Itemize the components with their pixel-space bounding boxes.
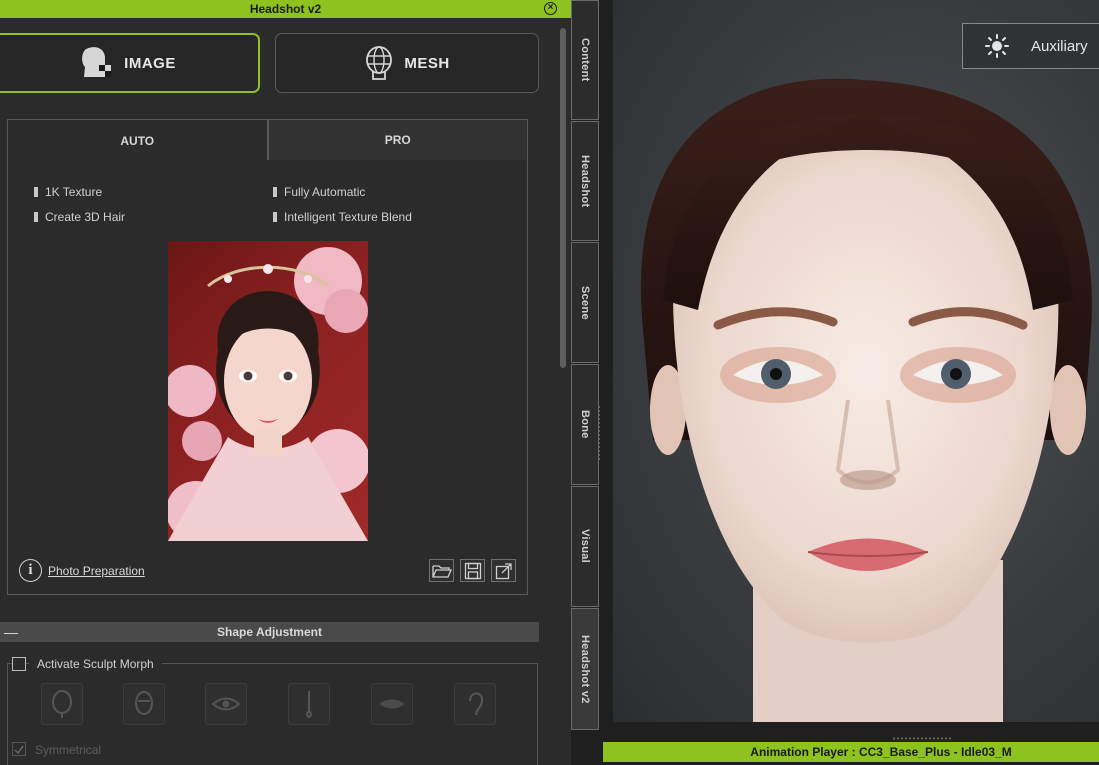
eye-icon bbox=[211, 697, 241, 711]
info-icon[interactable]: i bbox=[19, 559, 42, 582]
panel-scrollbar[interactable] bbox=[556, 18, 570, 765]
image-mode-label: IMAGE bbox=[124, 54, 176, 72]
sun-icon bbox=[985, 34, 1009, 58]
side-tab-headshot-v2[interactable]: Headshot v2 bbox=[571, 608, 599, 730]
activate-sculpt-label: Activate Sculpt Morph bbox=[29, 657, 162, 671]
feature-label: Fully Automatic bbox=[284, 185, 366, 199]
bullet-icon bbox=[34, 212, 38, 222]
headshot-panel: Headshot v2 × IMAGE MESH AUTO PRO 1K Tex… bbox=[0, 0, 571, 765]
bullet-icon bbox=[34, 187, 38, 197]
ear-icon bbox=[469, 692, 484, 716]
source-photo[interactable] bbox=[168, 241, 368, 541]
feature-item: 1K Texture bbox=[34, 185, 102, 199]
symmetrical-label: Symmetrical bbox=[35, 743, 102, 757]
face-checker-icon bbox=[82, 47, 112, 77]
animation-player-label: Animation Player : CC3_Base_Plus - Idle0… bbox=[750, 745, 1012, 759]
panel-titlebar: Headshot v2 × bbox=[0, 0, 571, 18]
sculpt-face-button[interactable] bbox=[123, 683, 165, 725]
mouth-icon bbox=[379, 699, 405, 709]
mesh-mode-label: MESH bbox=[404, 54, 450, 72]
sculpt-eye-button[interactable] bbox=[205, 683, 247, 725]
side-tab-label: Visual bbox=[579, 529, 591, 564]
viewport-grip[interactable] bbox=[892, 737, 952, 740]
sculpt-mouth-button[interactable] bbox=[371, 683, 413, 725]
side-tab-label: Bone bbox=[579, 410, 591, 439]
side-tab-bone[interactable]: Bone bbox=[571, 364, 599, 485]
save-icon bbox=[464, 562, 481, 579]
close-icon[interactable]: × bbox=[544, 2, 557, 15]
photo-preparation-link[interactable]: Photo Preparation bbox=[48, 564, 145, 578]
bullet-icon bbox=[273, 212, 277, 222]
collapse-icon[interactable]: — bbox=[4, 622, 18, 642]
activate-sculpt-checkbox[interactable] bbox=[12, 657, 26, 671]
scrollbar-thumb[interactable] bbox=[560, 28, 566, 368]
character-render bbox=[640, 78, 1092, 722]
side-tab-headshot[interactable]: Headshot bbox=[571, 121, 599, 241]
feature-item: Intelligent Texture Blend bbox=[273, 210, 412, 224]
side-tab-label: Scene bbox=[579, 285, 591, 320]
sculpt-ear-button[interactable] bbox=[454, 683, 496, 725]
feature-item: Create 3D Hair bbox=[34, 210, 125, 224]
feature-label: Intelligent Texture Blend bbox=[284, 210, 412, 224]
export-button[interactable] bbox=[491, 559, 516, 582]
face-icon bbox=[135, 691, 153, 715]
tab-auto[interactable]: AUTO bbox=[7, 119, 268, 161]
head-icon bbox=[52, 690, 72, 718]
sculpt-nose-button[interactable] bbox=[288, 683, 330, 725]
shape-adjustment-title: Shape Adjustment bbox=[217, 625, 322, 639]
tab-pro[interactable]: PRO bbox=[267, 119, 528, 161]
head-mesh-icon bbox=[366, 46, 393, 80]
panel-title: Headshot v2 bbox=[249, 2, 322, 16]
side-tab-content[interactable]: Content bbox=[571, 0, 599, 120]
symmetrical-checkbox[interactable] bbox=[12, 742, 26, 756]
animation-player-bar[interactable]: Animation Player : CC3_Base_Plus - Idle0… bbox=[603, 742, 1099, 762]
side-tab-strip: Content Headshot Scene Bone Visual Heads… bbox=[571, 0, 599, 765]
shape-adjustment-header[interactable]: — Shape Adjustment bbox=[0, 622, 539, 642]
feature-label: 1K Texture bbox=[45, 185, 103, 199]
folder-open-icon bbox=[431, 564, 452, 578]
open-button[interactable] bbox=[429, 559, 454, 582]
splitter-grip[interactable] bbox=[597, 405, 601, 460]
side-tab-label: Content bbox=[579, 38, 591, 82]
image-mode-button[interactable]: IMAGE bbox=[0, 33, 260, 93]
mode-tabs: AUTO PRO bbox=[7, 119, 528, 161]
sculpt-head-button[interactable] bbox=[41, 683, 83, 725]
3d-viewport[interactable] bbox=[613, 0, 1099, 722]
feature-item: Fully Automatic bbox=[273, 185, 365, 199]
export-icon bbox=[495, 562, 512, 579]
side-tab-scene[interactable]: Scene bbox=[571, 242, 599, 363]
nose-icon bbox=[306, 691, 312, 719]
mesh-mode-button[interactable]: MESH bbox=[275, 33, 539, 93]
side-tab-visual[interactable]: Visual bbox=[571, 486, 599, 607]
feature-label: Create 3D Hair bbox=[45, 210, 126, 224]
auxiliary-label: Auxiliary bbox=[1031, 37, 1088, 55]
save-button[interactable] bbox=[460, 559, 485, 582]
side-tab-label: Headshot v2 bbox=[579, 634, 591, 704]
auxiliary-button[interactable]: Auxiliary bbox=[962, 23, 1099, 69]
side-tab-label: Headshot bbox=[579, 154, 591, 208]
bullet-icon bbox=[273, 187, 277, 197]
